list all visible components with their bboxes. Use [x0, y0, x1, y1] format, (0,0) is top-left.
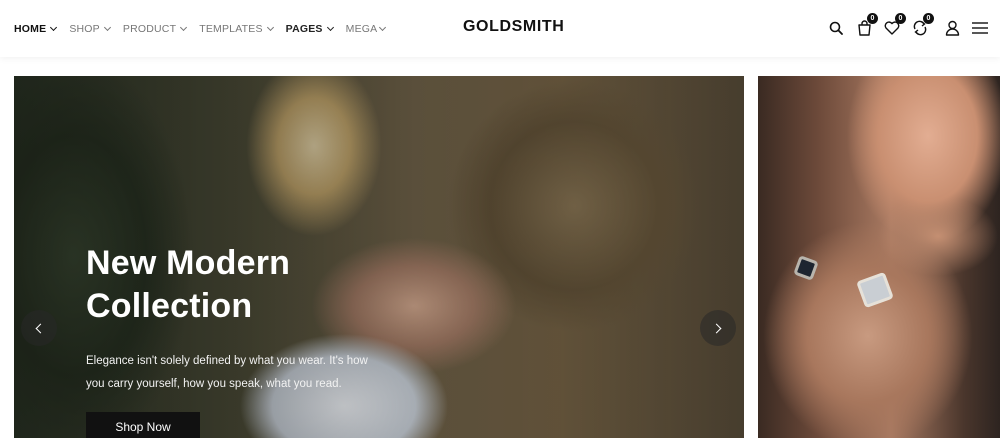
chevron-left-icon — [35, 323, 46, 333]
nav-item-label: HOME — [14, 22, 47, 35]
nav-item-shop[interactable]: SHOP — [69, 22, 111, 35]
bag-icon[interactable]: 0 — [854, 13, 878, 38]
shop-now-button[interactable]: Shop Now — [86, 412, 200, 438]
nav-item-label: MEGA — [345, 22, 378, 35]
chevron-down-icon — [266, 23, 274, 31]
cart-count-badge: 0 — [867, 13, 878, 24]
hero-title: New Modern Collection — [86, 244, 291, 325]
hamburger-icon[interactable] — [970, 18, 990, 38]
ring-image — [856, 271, 894, 309]
chevron-down-icon — [103, 23, 111, 31]
ring-image — [793, 255, 819, 281]
chevron-down-icon — [50, 23, 58, 31]
compare-icon[interactable]: 0 — [910, 13, 934, 38]
slider-prev-button[interactable] — [21, 310, 57, 346]
compare-count-badge: 0 — [923, 13, 934, 24]
main-nav: HOME SHOP PRODUCT TEMPLATES PAGES MEGA — [14, 0, 398, 57]
nav-item-product[interactable]: PRODUCT — [122, 22, 188, 35]
nav-item-label: PRODUCT — [122, 22, 177, 35]
chevron-down-icon — [326, 23, 334, 31]
nav-item-label: PAGES — [285, 22, 323, 35]
site-logo[interactable]: GOLDSMITH — [463, 18, 564, 36]
nav-item-templates[interactable]: TEMPLATES — [199, 22, 274, 35]
hero-slider: New Modern Collection Elegance isn't sol… — [14, 76, 744, 438]
nav-item-pages[interactable]: PAGES — [285, 22, 334, 35]
chevron-right-icon — [711, 323, 722, 333]
chevron-down-icon — [180, 23, 188, 31]
chevron-down-icon — [379, 23, 387, 31]
hero-description: Elegance isn't solely defined by what yo… — [86, 355, 368, 390]
slider-next-button[interactable] — [700, 310, 736, 346]
wishlist-count-badge: 0 — [895, 13, 906, 24]
nav-item-home[interactable]: HOME — [14, 22, 58, 35]
nav-item-label: TEMPLATES — [199, 22, 263, 35]
nav-item-mega[interactable]: MEGA — [345, 22, 387, 35]
heart-icon[interactable]: 0 — [882, 13, 906, 38]
nav-item-label: SHOP — [69, 22, 100, 35]
search-icon[interactable] — [826, 18, 846, 38]
header-icons: 0 0 0 — [818, 13, 990, 40]
site-header: HOME SHOP PRODUCT TEMPLATES PAGES MEGA G… — [0, 0, 1000, 57]
user-icon[interactable] — [942, 18, 962, 38]
side-banner-image[interactable] — [758, 76, 1000, 438]
